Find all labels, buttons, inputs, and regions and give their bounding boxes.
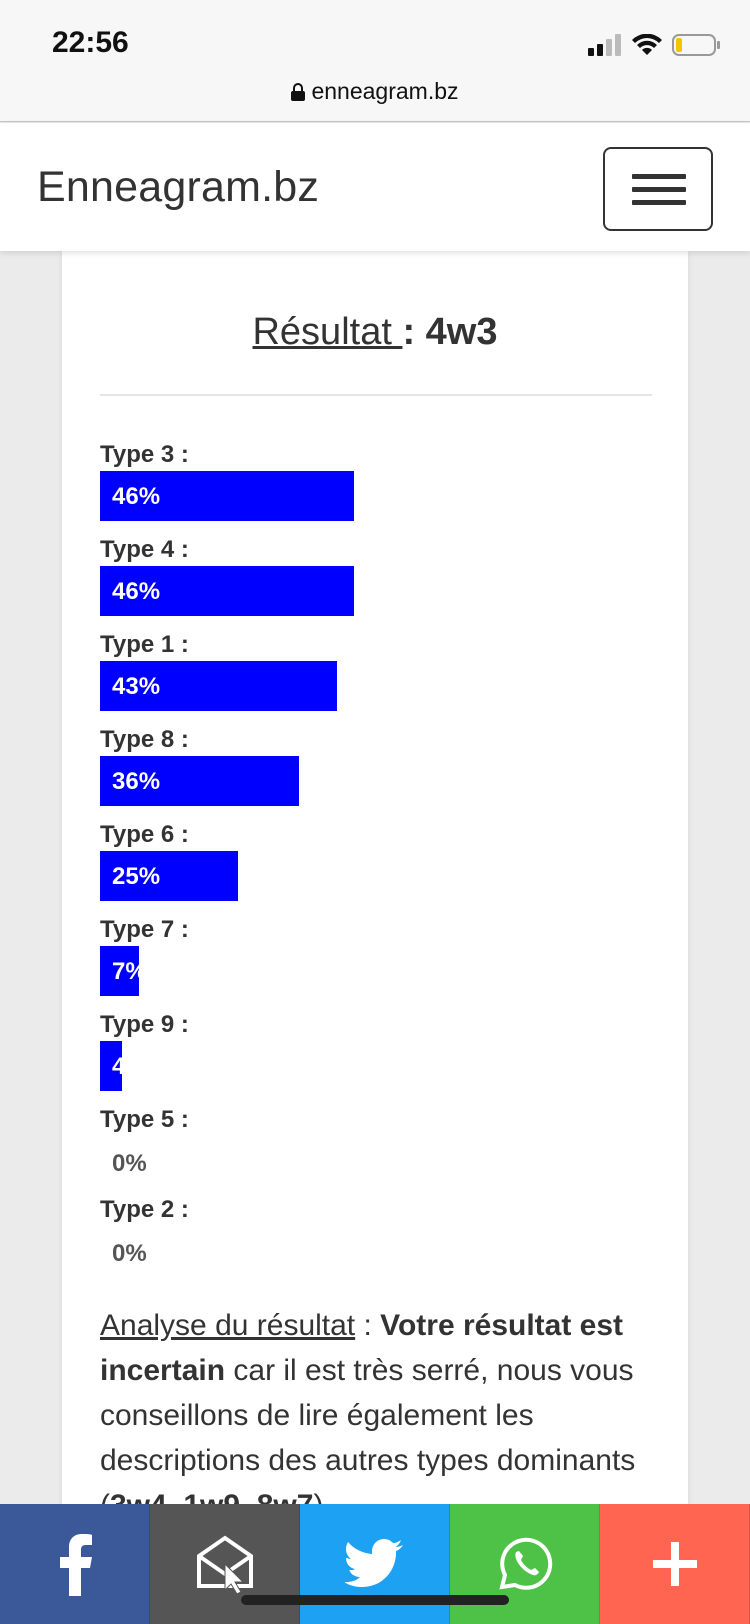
hamburger-icon	[632, 187, 686, 192]
type-label: Type 2 :	[100, 1196, 189, 1223]
plus-icon	[652, 1542, 697, 1586]
wifi-icon	[632, 34, 662, 55]
share-whatsapp-button[interactable]	[450, 1504, 600, 1624]
share-email-button[interactable]	[150, 1504, 300, 1624]
percent-label: 46%	[112, 483, 161, 510]
result-label: Résultat	[252, 311, 403, 353]
whatsapp-icon	[498, 1537, 552, 1590]
progress-bar: 46%	[100, 471, 354, 521]
twitter-icon	[344, 1539, 403, 1587]
type-score-row: Type 5 : 0%	[100, 1106, 652, 1196]
facebook-icon	[59, 1534, 92, 1596]
type-score-row: Type 4 : 46%	[100, 536, 652, 631]
progress-track: 46%	[100, 471, 652, 521]
menu-toggle-button[interactable]	[603, 147, 713, 231]
navbar: Enneagram.bz	[0, 123, 750, 251]
analysis-text: Analyse du résultat : Votre résultat est…	[100, 1303, 660, 1528]
percent-label: 4%	[112, 1053, 122, 1080]
email-icon	[196, 1535, 253, 1594]
progress-bar: 36%	[100, 756, 299, 806]
progress-track: 43%	[100, 661, 652, 711]
percent-label: 43%	[112, 673, 161, 700]
divider	[100, 394, 652, 396]
address-bar[interactable]: enneagram.bz	[0, 78, 750, 105]
type-score-row: Type 1 : 43%	[100, 631, 652, 726]
home-indicator	[241, 1595, 509, 1605]
hamburger-icon	[632, 174, 686, 179]
type-score-row: Type 3 : 46%	[100, 441, 652, 536]
status-bar: 22:56 enneagram.bz	[0, 0, 750, 122]
percent-label: 46%	[112, 578, 161, 605]
type-score-row: Type 6 : 25%	[100, 821, 652, 916]
battery-icon	[672, 34, 720, 56]
type-label: Type 3 :	[100, 441, 189, 468]
result-title: Résultat : 4w3	[62, 311, 688, 354]
type-score-list: Type 3 : 46% Type 4 : 46% Type 1 : 43% Type 8 …	[100, 441, 652, 1286]
percent-label: 36%	[112, 768, 161, 795]
progress-bar: 7%	[100, 946, 139, 996]
type-label: Type 6 :	[100, 821, 189, 848]
progress-bar: 43%	[100, 661, 337, 711]
progress-track: 46%	[100, 566, 652, 616]
progress-bar: 25%	[100, 851, 238, 901]
progress-track: 0%	[100, 1136, 652, 1186]
share-more-button[interactable]	[600, 1504, 750, 1624]
type-label: Type 7 :	[100, 916, 189, 943]
type-label: Type 5 :	[100, 1106, 189, 1133]
type-label: Type 9 :	[100, 1011, 189, 1038]
type-score-row: Type 7 : 7%	[100, 916, 652, 1011]
progress-track: 0%	[100, 1226, 652, 1276]
url-text: enneagram.bz	[311, 78, 459, 104]
result-card: Résultat : 4w3 Type 3 :46% Type 4 :46% Typ…	[62, 251, 688, 1624]
progress-track: 7%	[100, 946, 652, 996]
progress-bar: 46%	[100, 566, 354, 616]
status-time: 22:56	[52, 26, 129, 59]
type-label: Type 4 :	[100, 536, 189, 563]
share-bar	[0, 1504, 750, 1624]
type-label: Type 8 :	[100, 726, 189, 753]
hamburger-icon	[632, 200, 686, 205]
type-score-row: Type 9 : 4%	[100, 1011, 652, 1106]
progress-bar: 4%	[100, 1041, 122, 1091]
brand-logo[interactable]: Enneagram.bz	[37, 163, 319, 212]
type-score-row: Type 2 : 0%	[100, 1196, 652, 1286]
share-facebook-button[interactable]	[0, 1504, 150, 1624]
share-twitter-button[interactable]	[300, 1504, 450, 1624]
signal-icon	[588, 34, 621, 56]
status-icons	[588, 30, 720, 60]
type-label: Type 1 :	[100, 631, 189, 658]
type-score-row: Type 8 : 36%	[100, 726, 652, 821]
progress-track: 36%	[100, 756, 652, 806]
percent-label: 0%	[112, 1240, 147, 1267]
analysis-label: Analyse du résultat	[100, 1309, 356, 1342]
percent-label: 7%	[112, 958, 139, 985]
progress-track: 25%	[100, 851, 652, 901]
progress-track: 4%	[100, 1041, 652, 1091]
result-value: : 4w3	[402, 311, 498, 353]
percent-label: 25%	[112, 863, 161, 890]
percent-label: 0%	[112, 1150, 147, 1177]
analysis-sep: :	[355, 1309, 381, 1342]
lock-icon	[291, 83, 306, 101]
